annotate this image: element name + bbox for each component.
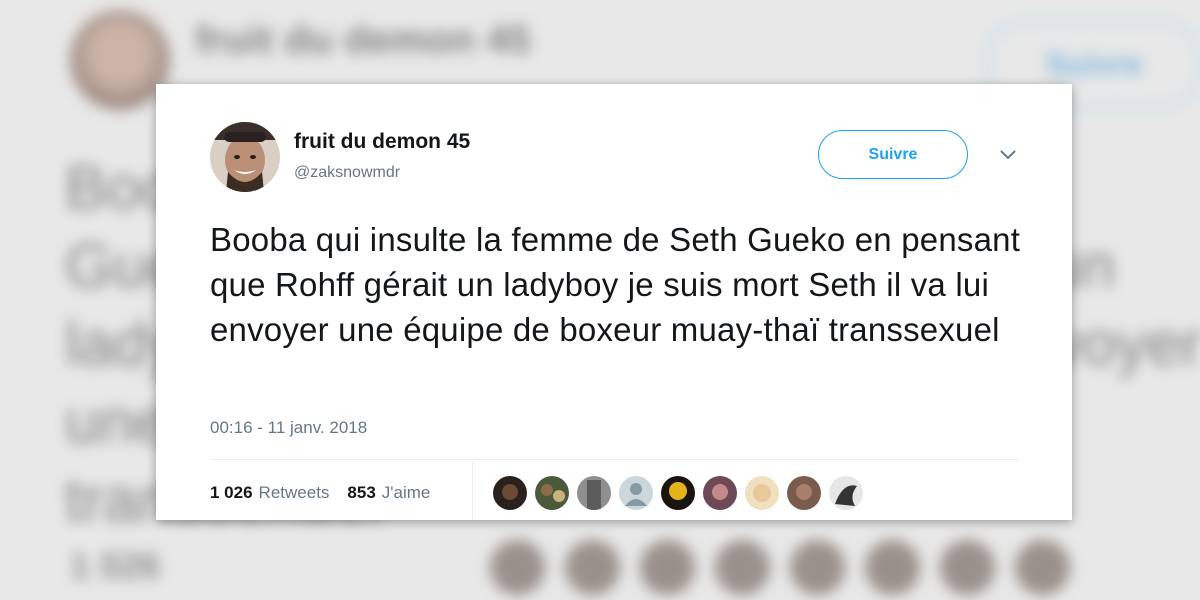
bg-liker <box>1015 540 1070 595</box>
likes-count: 853 <box>347 483 376 502</box>
retweets-stat[interactable]: 1 026 Retweets <box>210 483 329 503</box>
bg-likers <box>490 540 1070 595</box>
bg-liker <box>715 540 770 595</box>
chevron-down-icon[interactable] <box>998 148 1018 162</box>
tweet-card: fruit du demon 45 @zaksnowmdr Suivre Boo… <box>156 84 1072 520</box>
follow-button[interactable]: Suivre <box>818 130 968 179</box>
bg-liker <box>640 540 695 595</box>
liker-avatar-default-silhouette[interactable] <box>619 476 653 510</box>
bg-retweets-count: 1 026 <box>70 545 161 586</box>
divider <box>210 459 1018 460</box>
liker-avatar-pink[interactable] <box>703 476 737 510</box>
liker-avatar-yellow[interactable] <box>661 476 695 510</box>
liker-avatar-green[interactable] <box>535 476 569 510</box>
bg-liker <box>940 540 995 595</box>
user-handle[interactable]: @zaksnowmdr <box>294 164 400 182</box>
bg-liker <box>490 540 545 595</box>
liker-avatar-brown[interactable] <box>787 476 821 510</box>
display-name[interactable]: fruit du demon 45 <box>294 130 470 154</box>
likes-stat[interactable]: 853 J'aime <box>347 483 430 503</box>
likes-label: J'aime <box>381 483 431 502</box>
tweet-timestamp[interactable]: 00:16 - 11 janv. 2018 <box>210 418 367 438</box>
bg-liker <box>865 540 920 595</box>
liker-avatar-grey[interactable] <box>577 476 611 510</box>
profile-avatar[interactable] <box>210 122 280 192</box>
bg-liker <box>790 540 845 595</box>
likers-list <box>493 476 863 510</box>
tweet-text: Booba qui insulte la femme de Seth Gueko… <box>210 221 1021 348</box>
bg-avatar <box>70 10 170 110</box>
bg-liker <box>565 540 620 595</box>
stats-separator <box>472 462 473 520</box>
tweet-stats: 1 026 Retweets 853 J'aime <box>210 483 430 503</box>
retweets-label: Retweets <box>258 483 330 502</box>
liker-avatar-bw[interactable] <box>829 476 863 510</box>
retweets-count: 1 026 <box>210 483 253 502</box>
liker-avatar-dark[interactable] <box>493 476 527 510</box>
bg-stats: 1 026 <box>70 545 160 587</box>
avatar-photo-icon <box>210 122 280 192</box>
bg-display-name: fruit du demon 45 <box>195 18 531 62</box>
liker-avatar-light[interactable] <box>745 476 779 510</box>
